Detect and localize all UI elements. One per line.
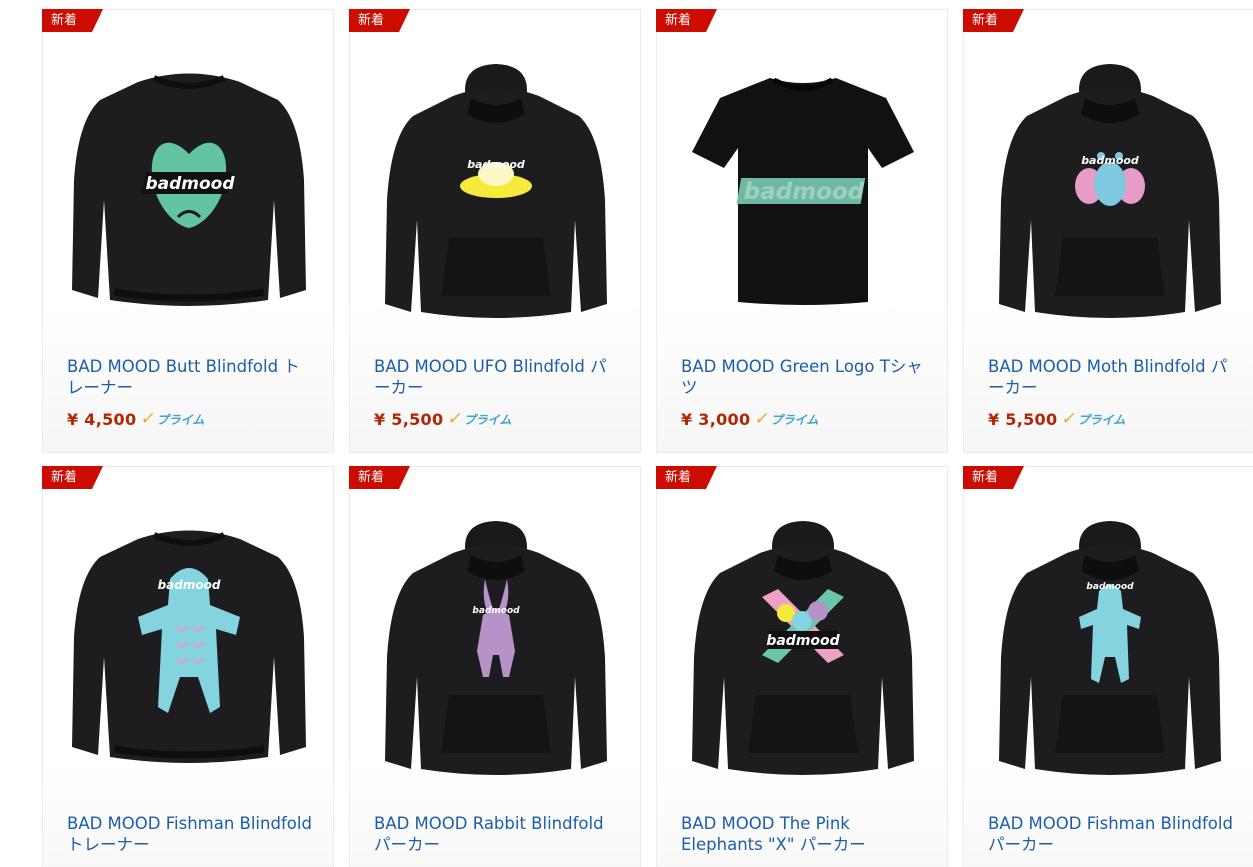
prime-check-icon: ✓ <box>1060 409 1079 429</box>
svg-text:badmood: badmood <box>472 606 520 616</box>
prime-badge: ✓ プライム <box>446 409 512 429</box>
product-card[interactable]: badmood BAD MOOD UFO Blindfold パーカー ¥ 5,… <box>349 9 641 453</box>
product-card[interactable]: badmood BAD MOOD Green Logo Tシャツ ¥ 3,000… <box>656 9 948 453</box>
svg-text:badmood: badmood <box>467 158 525 171</box>
product-card[interactable]: badmood BAD MOOD Fishman Blindfold パーカー <box>963 466 1253 867</box>
product-card[interactable]: badmood BAD MOOD Rabbit Blindfold パーカー <box>349 466 641 867</box>
product-image-hoodie[interactable]: badmood <box>989 517 1231 787</box>
prime-check-icon: ✓ <box>753 409 772 429</box>
prime-badge: ✓ プライム <box>139 409 205 429</box>
product-title-link[interactable]: BAD MOOD Moth Blindfold パーカー <box>988 356 1236 398</box>
product-price: ¥ 4,500 <box>67 409 137 429</box>
product-title-link[interactable]: BAD MOOD Green Logo Tシャツ <box>681 356 929 398</box>
product-price: ¥ 5,500 <box>374 409 444 429</box>
price-row: ¥ 3,000 ✓ プライム <box>681 407 818 431</box>
svg-text:badmood: badmood <box>145 174 235 194</box>
svg-text:badmood: badmood <box>744 179 865 205</box>
product-grid: badmood BAD MOOD Butt Blindfold トレーナー ¥ … <box>0 0 1253 867</box>
product-card[interactable]: badmood BAD MOOD The Pink Elephants "X" … <box>656 466 948 867</box>
product-title-link[interactable]: BAD MOOD Rabbit Blindfold パーカー <box>374 813 622 855</box>
prime-badge: ✓ プライム <box>1060 409 1126 429</box>
price-row: ¥ 4,500 ✓ プライム <box>67 407 204 431</box>
prime-check-icon: ✓ <box>446 409 465 429</box>
product-image-hoodie[interactable]: badmood <box>682 517 924 787</box>
prime-badge: ✓ プライム <box>753 409 819 429</box>
product-title-link[interactable]: BAD MOOD Fishman Blindfold トレーナー <box>67 813 315 855</box>
svg-text:badmood: badmood <box>766 633 840 649</box>
price-row: ¥ 5,500 ✓ プライム <box>988 407 1125 431</box>
price-row: ¥ 5,500 ✓ プライム <box>374 407 511 431</box>
product-title-link[interactable]: BAD MOOD Butt Blindfold トレーナー <box>67 356 315 398</box>
prime-label: プライム <box>770 412 819 427</box>
product-price: ¥ 3,000 <box>681 409 751 429</box>
prime-label: プライム <box>463 412 512 427</box>
product-title-link[interactable]: BAD MOOD Fishman Blindfold パーカー <box>988 813 1236 855</box>
product-image-hoodie[interactable]: badmood <box>375 60 617 330</box>
product-image-hoodie[interactable]: badmood <box>375 517 617 787</box>
product-title-link[interactable]: BAD MOOD The Pink Elephants "X" パーカー <box>681 813 929 855</box>
product-price: ¥ 5,500 <box>988 409 1058 429</box>
svg-text:badmood: badmood <box>158 578 221 592</box>
prime-label: プライム <box>1077 412 1126 427</box>
prime-label: プライム <box>156 412 205 427</box>
product-card[interactable]: badmood BAD MOOD Fishman Blindfold トレーナー <box>42 466 334 867</box>
product-image-sweatshirt[interactable]: badmood <box>68 517 310 787</box>
product-card[interactable]: badmood BAD MOOD Butt Blindfold トレーナー ¥ … <box>42 9 334 453</box>
product-title-link[interactable]: BAD MOOD UFO Blindfold パーカー <box>374 356 622 398</box>
prime-check-icon: ✓ <box>139 409 158 429</box>
svg-text:badmood: badmood <box>1086 582 1134 592</box>
product-image-tshirt[interactable]: badmood <box>682 60 924 330</box>
svg-text:badmood: badmood <box>1081 154 1139 167</box>
product-image-hoodie[interactable]: badmood <box>989 60 1231 330</box>
product-image-sweatshirt[interactable]: badmood <box>68 60 310 330</box>
product-card[interactable]: badmood BAD MOOD Moth Blindfold パーカー ¥ 5… <box>963 9 1253 453</box>
